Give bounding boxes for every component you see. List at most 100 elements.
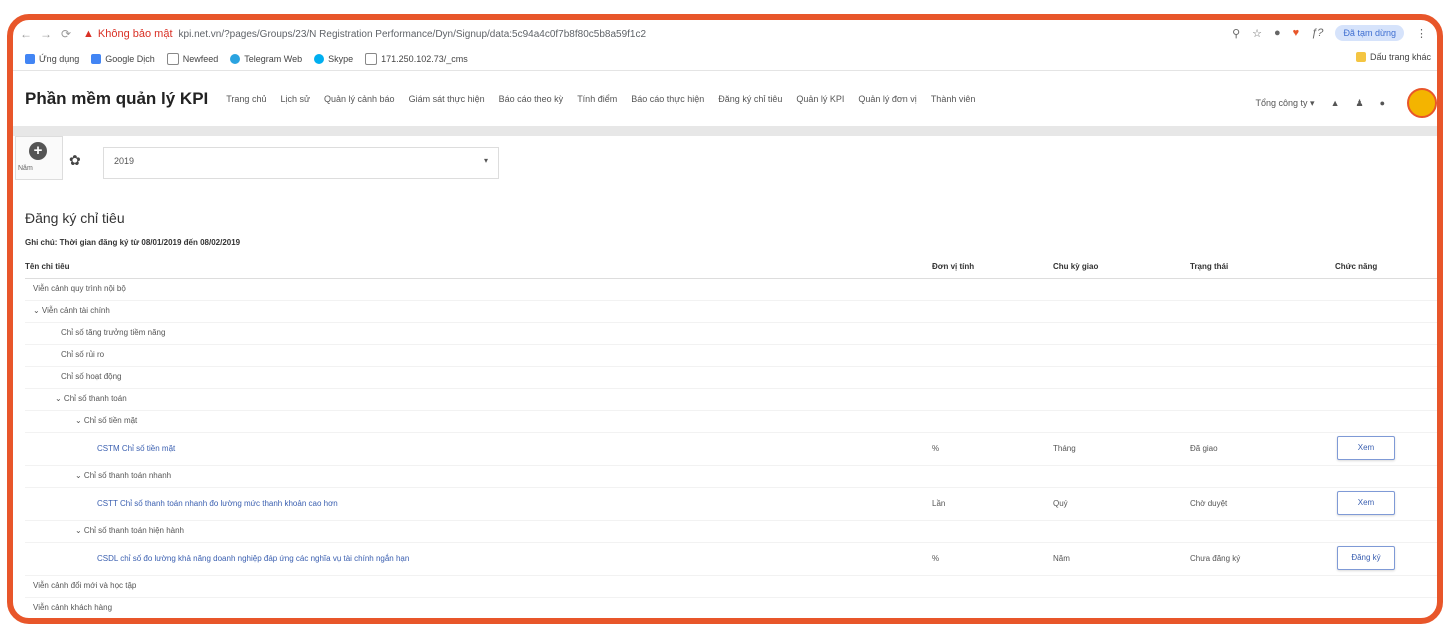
- row-name: ⌄ Chỉ số thanh toán nhanh: [75, 471, 172, 480]
- registration-note: Ghi chú: Thời gian đăng ký từ 08/01/2019…: [25, 238, 241, 247]
- menu-item-members[interactable]: Thành viên: [931, 94, 976, 104]
- row-name: ⌄ Viễn cảnh tài chính: [33, 306, 110, 315]
- apps-icon: [25, 54, 35, 64]
- bell-icon[interactable]: ▲: [1331, 98, 1340, 108]
- add-year-label: Năm: [18, 165, 33, 172]
- row-name: Viễn cảnh quy trình nội bộ: [33, 284, 126, 293]
- menu-item-kpi[interactable]: Quản lý KPI: [796, 94, 844, 104]
- header-action: Chức năng: [1335, 262, 1378, 271]
- pocket-icon[interactable]: ♥: [1293, 27, 1300, 39]
- page-icon: [365, 53, 378, 65]
- row-cycle: Quý: [1053, 499, 1068, 508]
- table-row[interactable]: Viễn cảnh khách hàng: [25, 598, 1437, 618]
- menu-item-performance-report[interactable]: Báo cáo thực hiện: [631, 94, 704, 104]
- users-icon[interactable]: ♟: [1355, 98, 1363, 109]
- menu-item-alerts[interactable]: Quản lý cảnh báo: [324, 94, 395, 104]
- view-button[interactable]: Xem: [1337, 491, 1395, 515]
- bookmark-google-translate[interactable]: Google Dịch: [91, 54, 155, 64]
- header-status: Trạng thái: [1190, 262, 1229, 271]
- bookmark-skype[interactable]: Skype: [314, 54, 353, 64]
- row-unit: Lần: [932, 499, 946, 508]
- view-button[interactable]: Xem: [1337, 436, 1395, 460]
- folder-icon: [1355, 52, 1366, 62]
- row-name[interactable]: CSDL chỉ số đo lường khả năng doanh nghi…: [97, 554, 409, 563]
- profile-button[interactable]: Đã tạm dừng: [1335, 25, 1404, 41]
- menu-item-period-report[interactable]: Báo cáo theo kỳ: [499, 94, 564, 104]
- table-row[interactable]: ⌄ Chỉ số tiền mặt: [25, 411, 1437, 433]
- header-right: Tổng công ty ▾ ▲ ♟ ●: [1255, 88, 1437, 118]
- table-row[interactable]: CSDL chỉ số đo lường khả năng doanh nghi…: [25, 543, 1437, 576]
- table-row[interactable]: Chỉ số tăng trưởng tiềm năng: [25, 323, 1437, 345]
- bookmark-telegram[interactable]: Telegram Web: [230, 54, 302, 64]
- menu-item-home[interactable]: Trang chủ: [226, 94, 266, 104]
- main-menu: Trang chủ Lịch sử Quản lý cảnh báo Giám …: [226, 94, 975, 104]
- chat-icon[interactable]: ●: [1380, 98, 1385, 108]
- security-warning[interactable]: Không bảo mật: [98, 28, 173, 40]
- menu-item-history[interactable]: Lịch sử: [280, 94, 310, 104]
- forward-icon[interactable]: →: [39, 27, 53, 41]
- table-row[interactable]: ⌄ Chỉ số thanh toán nhanh: [25, 466, 1437, 488]
- row-unit: %: [932, 554, 940, 563]
- row-name: Chỉ số rủi ro: [61, 350, 105, 359]
- star-icon[interactable]: ☆: [1252, 27, 1262, 40]
- header-unit: Đơn vị tính: [932, 262, 975, 271]
- caret-down-icon: ▾: [483, 156, 488, 165]
- app-brand[interactable]: Phần mềm quản lý KPI: [25, 89, 208, 109]
- avatar[interactable]: [1407, 88, 1437, 118]
- table-row[interactable]: ⌄ Chỉ số thanh toán: [25, 389, 1437, 411]
- app-header: Phần mềm quản lý KPI Trang chủ Lịch sử Q…: [13, 72, 1437, 127]
- gear-icon[interactable]: ✿: [69, 152, 81, 169]
- org-select[interactable]: Tổng công ty ▾: [1255, 98, 1314, 109]
- warning-icon: ▲: [83, 28, 94, 40]
- row-name: Viễn cảnh khách hàng: [33, 603, 113, 612]
- target-table: Tên chỉ tiêu Đơn vị tính Chu kỳ giao Trạ…: [25, 258, 1437, 618]
- table-row[interactable]: CSTM Chỉ số tiền mặt % Tháng Đã giao Xem: [25, 433, 1437, 466]
- font-icon[interactable]: ƒ?: [1311, 27, 1323, 39]
- row-name[interactable]: CSTM Chỉ số tiền mặt: [97, 444, 175, 453]
- row-name: Viễn cảnh đổi mới và học tập: [33, 581, 137, 590]
- extension-icon[interactable]: ●: [1274, 27, 1281, 39]
- table-row[interactable]: Chỉ số hoạt động: [25, 367, 1437, 389]
- row-name: ⌄ Chỉ số tiền mặt: [75, 416, 138, 425]
- table-row[interactable]: Viễn cảnh đổi mới và học tập: [25, 576, 1437, 598]
- reload-icon[interactable]: ⟳: [59, 27, 73, 41]
- row-name: Chỉ số tăng trưởng tiềm năng: [61, 328, 166, 337]
- table-row[interactable]: Chỉ số rủi ro: [25, 345, 1437, 367]
- bookmark-cms[interactable]: 171.250.102.73/_cms: [365, 53, 468, 65]
- search-icon[interactable]: ⚲: [1232, 27, 1240, 40]
- menu-item-monitoring[interactable]: Giám sát thực hiện: [409, 94, 485, 104]
- bookmark-apps[interactable]: Ứng dụng: [25, 54, 79, 64]
- menu-icon[interactable]: ⋮: [1416, 27, 1427, 40]
- bookmarks-bar: Ứng dụng Google Dịch Newfeed Telegram We…: [13, 48, 1437, 71]
- menu-item-units[interactable]: Quản lý đơn vị: [858, 94, 916, 104]
- skype-icon: [314, 54, 325, 64]
- row-status: Đã giao: [1190, 444, 1218, 453]
- year-select-value: 2019: [114, 156, 135, 166]
- add-year-button[interactable]: + Năm: [15, 136, 63, 180]
- row-status: Chờ duyệt: [1190, 499, 1228, 508]
- register-button[interactable]: Đăng ký: [1337, 546, 1395, 570]
- table-row[interactable]: Viễn cảnh quy trình nội bộ: [25, 279, 1437, 301]
- header-separator: [13, 126, 1437, 136]
- page-icon: [166, 53, 179, 65]
- other-bookmarks[interactable]: Dấu trang khác: [1355, 52, 1431, 62]
- menu-item-scoring[interactable]: Tính điểm: [577, 94, 617, 104]
- table-row[interactable]: CSTT Chỉ số thanh toán nhanh đo lường mứ…: [25, 488, 1437, 521]
- row-name: ⌄ Chỉ số thanh toán hiện hành: [75, 526, 185, 535]
- header-cycle: Chu kỳ giao: [1053, 262, 1099, 271]
- page-title: Đăng ký chỉ tiêu: [25, 210, 125, 226]
- table-row[interactable]: ⌄ Viễn cảnh tài chính: [25, 301, 1437, 323]
- row-name: ⌄ Chỉ số thanh toán: [55, 394, 127, 403]
- menu-item-target-registration[interactable]: Đăng ký chỉ tiêu: [718, 94, 782, 104]
- url-text[interactable]: kpi.net.vn/?pages/Groups/23/N Registrati…: [179, 29, 647, 40]
- row-name: Chỉ số hoạt động: [61, 372, 122, 381]
- row-name[interactable]: CSTT Chỉ số thanh toán nhanh đo lường mứ…: [97, 499, 338, 508]
- row-unit: %: [932, 444, 940, 453]
- table-row[interactable]: ⌄ Chỉ số thanh toán hiện hành: [25, 521, 1437, 543]
- row-status: Chưa đăng ký: [1190, 554, 1241, 563]
- translate-icon: [91, 54, 102, 64]
- year-select[interactable]: 2019 ▾: [103, 147, 499, 179]
- bookmark-newfeed[interactable]: Newfeed: [166, 53, 218, 65]
- back-icon[interactable]: ←: [19, 27, 33, 41]
- plus-icon: +: [29, 142, 47, 160]
